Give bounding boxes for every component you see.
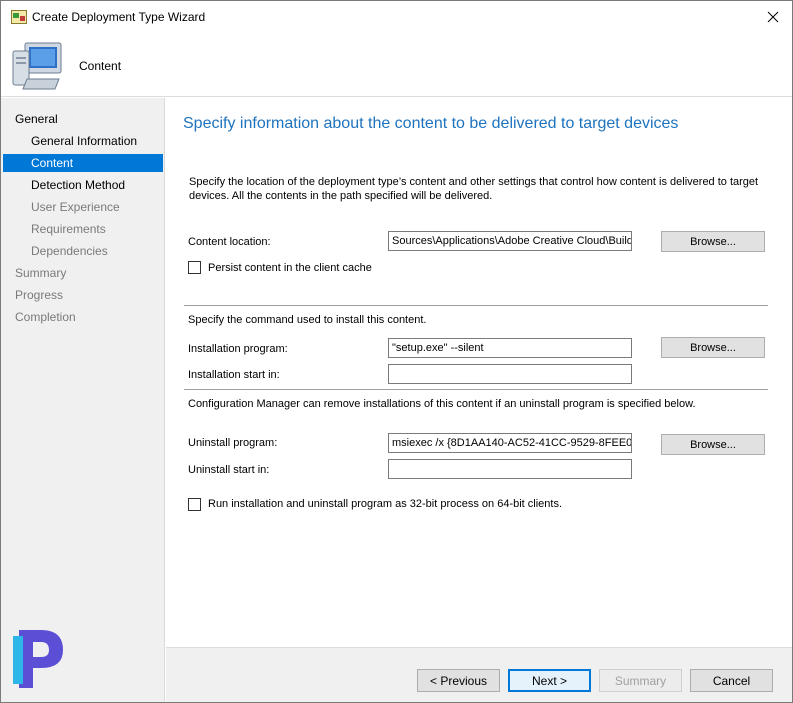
install-start-input[interactable] (388, 364, 632, 384)
browse-install-program-button[interactable]: Browse... (661, 337, 765, 358)
previous-button[interactable]: < Previous (417, 669, 500, 692)
nav-item-user-experience: User Experience (31, 200, 120, 214)
uninstall-program-input[interactable]: msiexec /x {8D1AA140-AC52-41CC-9529-8FEE… (388, 433, 632, 453)
step-title: Content (79, 59, 122, 73)
nav-item-completion: Completion (15, 310, 76, 324)
nav-item-summary: Summary (15, 266, 67, 280)
section-divider (184, 305, 768, 307)
brand-logo (13, 630, 63, 688)
persist-content-label: Persist content in the client cache (208, 262, 372, 274)
browse-content-location-button[interactable]: Browse... (661, 231, 765, 252)
page-description: Specify the location of the deployment t… (189, 176, 759, 202)
next-button[interactable]: Next > (508, 669, 591, 692)
nav-item-content[interactable]: Content (3, 154, 163, 172)
summary-button: Summary (599, 669, 682, 692)
nav-item-requirements: Requirements (31, 222, 106, 236)
nav-item-detection-method[interactable]: Detection Method (1, 176, 163, 194)
computer-icon (12, 42, 62, 90)
install-program-input[interactable]: "setup.exe" --silent (388, 338, 632, 358)
section-divider (184, 389, 768, 391)
app-icon (11, 10, 27, 24)
wizard-step-nav: General General Information Content Dete… (1, 98, 165, 702)
window-title: Create Deployment Type Wizard (32, 10, 206, 24)
uninstall-section-text: Configuration Manager can remove install… (188, 398, 696, 410)
wizard-footer: < Previous Next > Summary Cancel (166, 647, 792, 702)
nav-item-dependencies: Dependencies (31, 244, 108, 258)
run-32bit-checkbox[interactable] (188, 498, 201, 511)
nav-item-progress: Progress (15, 288, 64, 302)
browse-uninstall-program-button[interactable]: Browse... (661, 434, 765, 455)
install-start-label: Installation start in: (188, 369, 280, 381)
install-section-text: Specify the command used to install this… (188, 314, 427, 326)
content-page: Specify information about the content to… (166, 98, 792, 702)
content-location-input[interactable]: Sources\Applications\Adobe Creative Clou… (388, 231, 632, 251)
uninstall-start-label: Uninstall start in: (188, 464, 270, 476)
page-heading: Specify information about the content to… (183, 115, 679, 132)
wizard-window: Create Deployment Type Wizard Content Ge… (0, 0, 793, 703)
nav-item-general[interactable]: General (1, 110, 163, 128)
cancel-button[interactable]: Cancel (690, 669, 773, 692)
title-bar: Create Deployment Type Wizard (1, 1, 792, 34)
install-program-label: Installation program: (188, 343, 288, 355)
persist-content-checkbox[interactable] (188, 261, 201, 274)
uninstall-program-label: Uninstall program: (188, 437, 278, 449)
content-location-label: Content location: (188, 236, 271, 248)
wizard-header: Content (1, 34, 792, 97)
run-32bit-label: Run installation and uninstall program a… (208, 498, 563, 510)
close-icon (767, 11, 779, 23)
close-button[interactable] (758, 3, 788, 31)
uninstall-start-input[interactable] (388, 459, 632, 479)
nav-item-general-information[interactable]: General Information (1, 132, 163, 150)
